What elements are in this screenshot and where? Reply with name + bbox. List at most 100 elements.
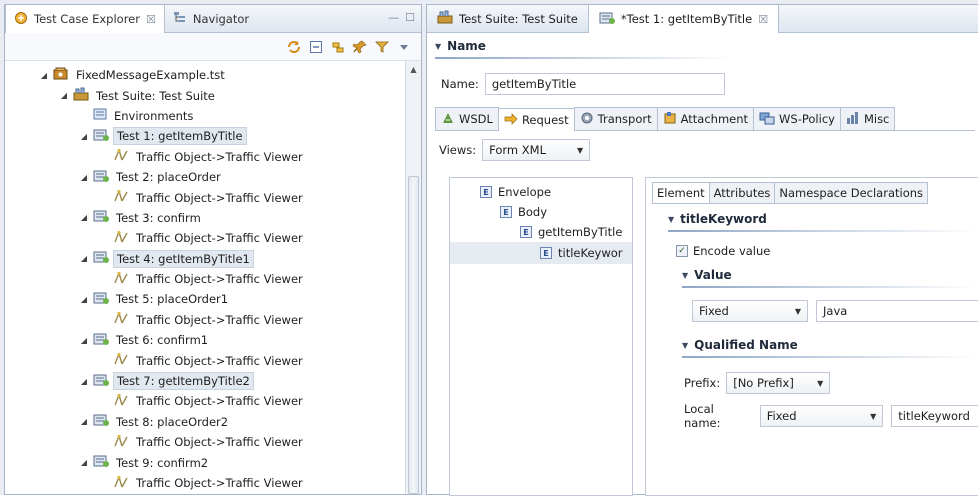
tab-label: Attachment [680, 112, 749, 126]
section-divider [682, 356, 978, 358]
views-label: Views: [439, 143, 477, 157]
tab-attachment[interactable]: Attachment [656, 107, 755, 130]
tree-item-label: Test 4: getItemByTitle1 [113, 249, 254, 268]
xml-node-getitembytitle[interactable]: E getItemByTitle [520, 222, 622, 242]
minimize-icon[interactable]: — [388, 11, 399, 24]
tree-item[interactable]: ◢ Test 3: confirm [5, 208, 421, 228]
value-section-header[interactable]: ▼ Value [682, 268, 978, 282]
expand-triangle-icon[interactable]: ◢ [79, 173, 89, 182]
tree-item-label: Test 2: placeOrder [116, 170, 221, 185]
chevron-down-icon: ▼ [577, 145, 584, 155]
scrollbar-thumb[interactable] [408, 176, 419, 494]
tab-label: Misc [863, 112, 890, 126]
tab-misc[interactable]: Misc [839, 107, 896, 130]
name-section-header[interactable]: ▼ Name [435, 39, 735, 53]
expand-triangle-icon[interactable]: ◢ [59, 91, 69, 100]
xml-node-titlekeyword[interactable]: E titleKeywor [540, 243, 623, 263]
value-mode-select[interactable]: Fixed ▼ [692, 300, 808, 322]
expand-triangle-icon[interactable]: ◢ [79, 295, 89, 304]
tree-item[interactable]: Traffic Object->Traffic Viewer [5, 391, 421, 411]
tree-item[interactable]: ◢ Test 4: getItemByTitle1 [5, 249, 421, 269]
expand-triangle-icon[interactable]: ◢ [79, 417, 89, 426]
tree-item-label: Test 1: getItemByTitle [113, 127, 247, 146]
tree-item[interactable]: Traffic Object->Traffic Viewer [5, 473, 421, 491]
tree-item-label: Test 9: confirm2 [116, 455, 209, 470]
tab-namespace-declarations[interactable]: Namespace Declarations [774, 182, 929, 204]
link-icon[interactable] [329, 38, 347, 56]
tab-ws-policy[interactable]: WS-Policy [753, 107, 841, 130]
attachment-icon [663, 111, 677, 128]
tree-item[interactable]: Traffic Object->Traffic Viewer [5, 228, 421, 248]
tree-item-label: Environments [114, 108, 194, 123]
refresh-icon[interactable] [285, 38, 303, 56]
tree-item[interactable]: ◢ Test 6: confirm1 [5, 330, 421, 350]
tree-item[interactable]: ◢ Test 2: placeOrder [5, 167, 421, 187]
local-name-input[interactable]: titleKeyword [891, 405, 978, 427]
scroll-up-icon[interactable]: ▲ [406, 61, 421, 77]
xml-node-envelope[interactable]: E Envelope [480, 182, 551, 202]
tree-item[interactable]: ◢ Test 7: getItemByTitle2 [5, 371, 421, 391]
local-name-mode-select[interactable]: Fixed ▼ [759, 405, 884, 427]
tree-item-label: Traffic Object->Traffic Viewer [136, 231, 303, 246]
expand-triangle-icon[interactable]: ◢ [39, 71, 49, 80]
tree-item-label: Traffic Object->Traffic Viewer [136, 272, 303, 287]
tab-navigator[interactable]: Navigator [165, 5, 257, 32]
tree-item[interactable]: ◢ Test 5: placeOrder1 [5, 289, 421, 309]
filter-icon[interactable] [373, 38, 391, 56]
expand-triangle-icon[interactable]: ◢ [79, 213, 89, 222]
encode-value-checkbox[interactable]: ✓ [676, 245, 688, 257]
tree-item[interactable]: ◢ Test 8: placeOrder2 [5, 412, 421, 432]
tab-transport[interactable]: Transport [573, 107, 658, 130]
name-input[interactable]: getItemByTitle [484, 73, 725, 95]
expand-triangle-icon[interactable]: ◢ [79, 458, 89, 467]
tree-item[interactable]: ◢ Test 9: confirm2 [5, 452, 421, 472]
value-input[interactable]: Java [816, 300, 978, 322]
local-name-label: Local name: [684, 402, 721, 430]
tab-test-suite[interactable]: Test Suite: Test Suite [427, 5, 588, 32]
test-icon [93, 128, 109, 145]
expand-triangle-icon[interactable]: ◢ [79, 254, 89, 263]
tree-item-label: Test 5: placeOrder1 [116, 292, 229, 307]
element-section-header[interactable]: ▼ titleKeyword [668, 212, 978, 226]
traffic-viewer-icon [113, 271, 129, 288]
tree-scrollbar[interactable]: ▲ [405, 61, 421, 494]
tree-item[interactable]: Traffic Object->Traffic Viewer [5, 350, 421, 370]
tree-item[interactable]: Traffic Object->Traffic Viewer [5, 187, 421, 207]
pin-icon[interactable] [351, 38, 369, 56]
qualified-name-section-header[interactable]: ▼ Qualified Name [682, 338, 978, 352]
prefix-select[interactable]: [No Prefix] ▼ [726, 372, 831, 394]
tab-request[interactable]: Request [497, 108, 575, 131]
tree-item[interactable]: Traffic Object->Traffic Viewer [5, 269, 421, 289]
tree-item[interactable]: Traffic Object->Traffic Viewer [5, 432, 421, 452]
view-menu-icon[interactable] [395, 38, 413, 56]
expand-triangle-icon[interactable]: ◢ [79, 377, 89, 386]
value-mode-dropdown[interactable]: Fixed ▼ [692, 300, 808, 322]
maximize-icon[interactable]: ☐ [405, 11, 415, 24]
tree-item[interactable]: Environments [5, 106, 421, 126]
tree-item[interactable]: ◢ FixedMessageExample.tst [5, 65, 421, 85]
expand-triangle-icon[interactable]: ◢ [79, 132, 89, 141]
tab-element[interactable]: Element [652, 182, 710, 204]
traffic-viewer-icon [113, 189, 129, 206]
tree-item[interactable]: ◢ Test 1: getItemByTitle [5, 126, 421, 146]
close-icon[interactable]: ☒ [758, 13, 768, 26]
tab-test-1[interactable]: *Test 1: getItemByTitle ☒ [587, 5, 780, 33]
close-icon[interactable]: ☒ [146, 13, 156, 26]
test-suite-icon [437, 10, 453, 27]
tab-test-case-explorer[interactable]: Test Case Explorer ☒ [5, 5, 165, 33]
name-label: Name: [441, 77, 479, 91]
test-editor: Test Suite: Test Suite *Test 1: getItemB… [426, 4, 978, 496]
prefix-row: Prefix: [No Prefix] ▼ [684, 372, 831, 394]
views-select[interactable]: Form XML ▼ [482, 139, 591, 161]
tree-item[interactable]: Traffic Object->Traffic Viewer [5, 310, 421, 330]
traffic-viewer-icon [113, 475, 129, 492]
test-icon [93, 454, 109, 471]
expand-triangle-icon[interactable]: ◢ [79, 336, 89, 345]
collapse-all-icon[interactable] [307, 38, 325, 56]
xml-node-body[interactable]: E Body [500, 202, 547, 222]
tree-item[interactable]: Traffic Object->Traffic Viewer [5, 147, 421, 167]
tree-item-label: Traffic Object->Traffic Viewer [136, 190, 303, 205]
tree-item[interactable]: ◢ Test Suite: Test Suite [5, 85, 421, 105]
tab-wsdl[interactable]: WSDL [435, 107, 499, 130]
tab-attributes[interactable]: Attributes [708, 182, 776, 204]
